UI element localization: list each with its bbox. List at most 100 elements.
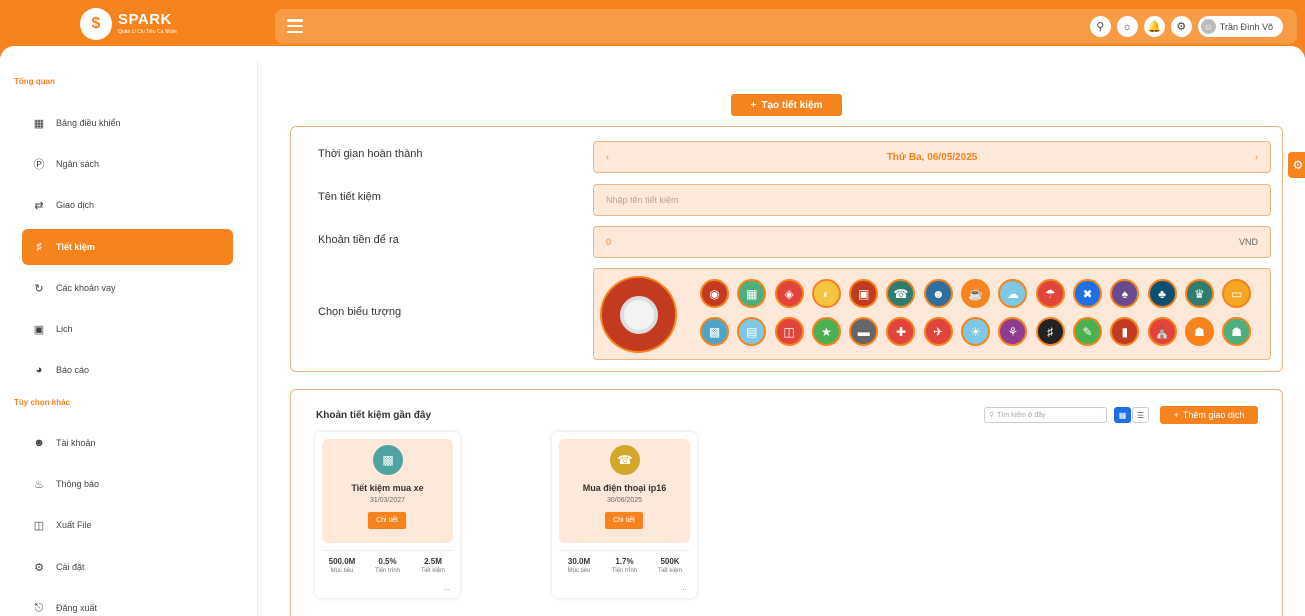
- settings-icon[interactable]: ⚙: [1170, 16, 1192, 37]
- logout-icon: ⎋: [34, 601, 44, 614]
- sidebar-item-label: Tiết kiệm: [56, 242, 95, 252]
- add-transaction-button[interactable]: + Thêm giao dịch: [1160, 406, 1258, 424]
- category-icon[interactable]: ▣: [849, 279, 879, 308]
- chevron-left-icon[interactable]: ‹: [606, 152, 609, 162]
- category-icon[interactable]: ◐: [811, 279, 841, 308]
- more-icon[interactable]: ...: [680, 583, 687, 592]
- name-label: Tên tiết kiệm: [318, 191, 381, 203]
- create-saving-button[interactable]: + Tạo tiết kiệm: [731, 94, 842, 116]
- menu-toggle-icon[interactable]: [287, 19, 303, 33]
- add-transaction-label: Thêm giao dịch: [1182, 410, 1245, 420]
- category-icon[interactable]: ☕: [961, 279, 991, 308]
- sidebar-item-label: Báo cáo: [56, 365, 90, 375]
- category-icon[interactable]: ★: [811, 317, 841, 346]
- category-icon[interactable]: ✚: [886, 317, 916, 346]
- category-icon[interactable]: ☂: [1035, 279, 1065, 308]
- divider: [559, 550, 690, 551]
- category-icon[interactable]: ▦: [737, 279, 767, 308]
- completion-label: Thời gian hoàn thành: [318, 148, 423, 160]
- calendar-icon: ▣: [33, 323, 45, 336]
- user-name: Trần Đình Võ: [1219, 21, 1273, 32]
- category-icon[interactable]: ☁: [998, 279, 1028, 308]
- detail-button[interactable]: Chi tiết: [605, 512, 643, 529]
- saving-date: 31/03/2027: [369, 497, 406, 504]
- sidebar-item-calendar[interactable]: ▣ Lịch: [22, 311, 233, 347]
- bell-icon[interactable]: 🔔: [1143, 16, 1165, 37]
- stat-label: Tiến trình: [374, 568, 401, 574]
- grid-view-icon[interactable]: ▦: [1114, 407, 1131, 423]
- category-icon[interactable]: ◈: [774, 279, 804, 308]
- category-icon[interactable]: ♛: [1184, 279, 1214, 308]
- bell-icon: ♨: [34, 478, 44, 491]
- stat-label: Tiết kiệm: [420, 568, 446, 574]
- category-icon[interactable]: ⛪: [1147, 317, 1177, 346]
- stat-label: Tiết kiệm: [657, 568, 683, 574]
- sidebar-item-dashboard[interactable]: ▦ Bảng điều khiển: [22, 105, 233, 141]
- piggy-icon: ♯: [36, 241, 42, 253]
- more-icon[interactable]: ...: [443, 583, 450, 592]
- stat-target: 500.0M Mục tiêu: [322, 557, 362, 574]
- search-placeholder: Tìm kiếm ở đây: [997, 411, 1046, 419]
- stat-value: 1.7%: [615, 557, 634, 566]
- sidebar-item-notifications[interactable]: ♨ Thông báo: [22, 466, 233, 502]
- sidebar-item-label: Cài đặt: [56, 562, 85, 572]
- sidebar-item-export[interactable]: ◫ Xuất File: [22, 507, 233, 543]
- category-icon[interactable]: ◫: [774, 317, 804, 346]
- category-icon[interactable]: ♯: [1035, 317, 1065, 346]
- completion-date-picker[interactable]: ‹ Thứ Ba, 06/05/2025 ›: [593, 141, 1271, 173]
- sidebar-item-loans[interactable]: ↻ Các khoản vay: [22, 270, 233, 306]
- category-icon[interactable]: ♣: [1147, 279, 1177, 308]
- category-icon[interactable]: ☀: [961, 317, 991, 346]
- category-icon[interactable]: ⚘: [998, 317, 1028, 346]
- category-icon[interactable]: ▬: [849, 317, 879, 346]
- category-icon[interactable]: ✎: [1072, 317, 1102, 346]
- piggy-bank-icon: $: [80, 8, 112, 40]
- sidebar-item-logout[interactable]: ⎋ Đăng xuất: [22, 590, 233, 616]
- category-icon[interactable]: ▩: [700, 317, 729, 346]
- stat-value: 500K: [660, 557, 680, 566]
- search-input[interactable]: ⚲ Tìm kiếm ở đây: [984, 407, 1107, 423]
- category-icon[interactable]: ▤: [737, 317, 767, 346]
- amount-input[interactable]: 0 VND: [593, 226, 1271, 258]
- brand-logo[interactable]: $ SPARK Quản Lí Chi Tiêu Cá Nhân: [80, 8, 177, 40]
- stat-value: 30.0M: [567, 557, 591, 566]
- sidebar-item-label: Các khoản vay: [56, 283, 116, 293]
- saving-name-input[interactable]: Nhập tên tiết kiệm: [593, 184, 1271, 216]
- category-icon[interactable]: ✈: [923, 317, 953, 346]
- sun-icon[interactable]: ☼: [1116, 16, 1138, 37]
- brand-name: SPARK: [118, 11, 172, 28]
- navbar-actions: ⚲ ☼ 🔔 ⚙ ☺ Trần Đình Võ: [1089, 16, 1283, 37]
- chevron-right-icon[interactable]: ›: [1255, 152, 1258, 162]
- category-icon[interactable]: ☗: [1184, 317, 1214, 346]
- saving-card-header: ▩ Tiết kiệm mua xe 31/03/2027 Chi tiết: [322, 439, 453, 543]
- icon-grid: ◉ ▦ ◈ ◐ ▣ ☎ ☻ ☕ ☁ ☂ ✖ ♠ ♣ ♛ ▭ ▩ ▤ ◫ ★ ▬ ✚ ✈ ☀ ⚘ ♯ ✎ ▮ ⛪ ☗ ☗: [700, 279, 1252, 346]
- sidebar-item-savings[interactable]: ♯ Tiết kiệm: [22, 229, 233, 265]
- category-icon[interactable]: ◉: [700, 279, 729, 308]
- theme-settings-icon[interactable]: ⚙: [1288, 152, 1305, 178]
- category-icon[interactable]: ☗: [1222, 317, 1252, 346]
- category-icon[interactable]: ▮: [1110, 317, 1140, 346]
- sidebar-item-transactions[interactable]: ⇄ Giao dịch: [22, 187, 233, 223]
- divider: [322, 550, 453, 551]
- detail-button[interactable]: Chi tiết: [368, 512, 406, 529]
- stat-saved: 500K Tiết kiệm: [650, 557, 690, 574]
- list-view-icon[interactable]: ☰: [1132, 407, 1149, 423]
- sidebar-item-settings[interactable]: ⚙ Cài đặt: [22, 549, 233, 585]
- search-icon[interactable]: ⚲: [1089, 16, 1111, 37]
- category-icon[interactable]: ☎: [886, 279, 916, 308]
- category-icon[interactable]: ✖: [1072, 279, 1102, 308]
- saving-form: Thời gian hoàn thành ‹ Thứ Ba, 06/05/202…: [290, 126, 1283, 372]
- sidebar-item-budget[interactable]: Ⓟ Ngân sách: [22, 146, 233, 182]
- user-menu[interactable]: ☺ Trần Đình Võ: [1197, 16, 1283, 37]
- loan-icon: ↻: [34, 282, 44, 295]
- category-icon[interactable]: ☻: [923, 279, 953, 308]
- sidebar-item-reports[interactable]: ◕ Báo cáo: [22, 352, 233, 388]
- brand-tagline: Quản Lí Chi Tiêu Cá Nhân: [118, 29, 177, 35]
- stat-target: 30.0M Mục tiêu: [559, 557, 599, 574]
- saving-stats: 500.0M Mục tiêu 0.5% Tiến trình 2.5M Tiế…: [322, 557, 453, 574]
- category-icon[interactable]: ♠: [1110, 279, 1140, 308]
- stat-progress: 0.5% Tiến trình: [368, 557, 408, 574]
- sidebar-item-label: Ngân sách: [56, 159, 100, 169]
- sidebar-item-account[interactable]: ☻ Tài khoản: [22, 425, 233, 461]
- category-icon[interactable]: ▭: [1222, 279, 1252, 308]
